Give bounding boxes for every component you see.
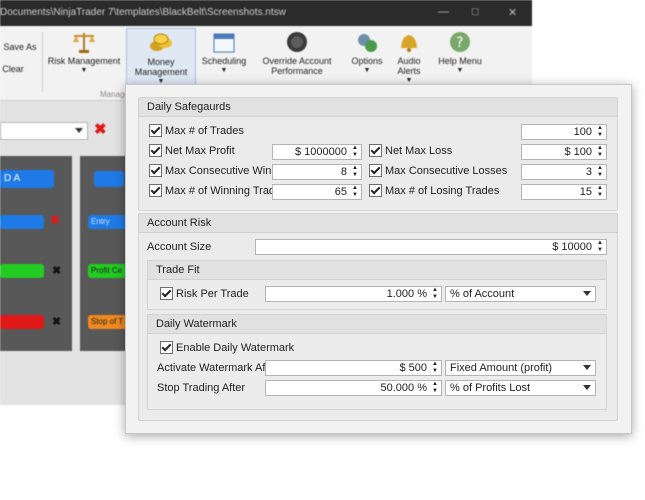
close-icon[interactable]: ✖ [52, 315, 61, 328]
daily-watermark-header: Daily Watermark [148, 315, 606, 334]
activate-watermark-label: Activate Watermark After [157, 362, 279, 374]
chevron-down-icon [583, 385, 591, 390]
risk-management-button[interactable]: Risk Management ▼ [46, 28, 122, 96]
close-icon[interactable]: ✕ [508, 6, 517, 19]
max-consecutive-wins-input[interactable]: 8 ▲ ▼ [272, 164, 362, 180]
ribbon-divider [42, 32, 43, 92]
chevron-down-icon [583, 291, 591, 296]
bg-green-bar[interactable] [0, 264, 44, 278]
chevron-down-icon [75, 128, 83, 133]
spin-arrows-icon[interactable]: ▲ ▼ [430, 361, 440, 375]
net-max-loss-input[interactable]: $ 100 ▲ ▼ [521, 144, 607, 160]
spin-arrows-icon[interactable]: ▲ ▼ [350, 145, 360, 159]
net-max-profit-checkbox[interactable]: Net Max Profit [149, 144, 235, 158]
spin-arrows-icon[interactable]: ▲ ▼ [430, 287, 440, 301]
help-icon: ? [450, 32, 470, 52]
net-max-profit-input[interactable]: $ 1000000 ▲ ▼ [272, 144, 362, 160]
max-losing-trades-checkbox[interactable]: Max # of Losing Trades [369, 184, 499, 198]
coins-icon [150, 33, 172, 51]
spin-arrows-icon[interactable]: ▲ ▼ [595, 165, 605, 179]
account-risk-header: Account Risk [139, 214, 617, 233]
trade-fit-header: Trade Fit [148, 261, 606, 280]
bg-profit-tag: Profit Ce [88, 264, 128, 278]
chevron-down-icon: ▼ [456, 67, 464, 74]
stop-trading-input[interactable]: 50.000 % ▲ ▼ [265, 380, 442, 396]
checkbox-checked-icon [369, 184, 382, 197]
gauge-icon [287, 32, 307, 52]
stop-trading-label: Stop Trading After [157, 382, 246, 394]
spin-arrows-icon[interactable]: ▲ ▼ [595, 125, 605, 139]
max-consecutive-wins-checkbox[interactable]: Max Consecutive Wins [149, 164, 277, 178]
daily-safeguards-header: Daily Safegaurds [139, 98, 617, 117]
chevron-down-icon [583, 365, 591, 370]
max-consecutive-losses-input[interactable]: 3 ▲ ▼ [521, 164, 607, 180]
scales-icon [73, 33, 95, 53]
bg-blue-pill[interactable]: D A [0, 170, 54, 188]
checkbox-checked-icon [160, 341, 173, 354]
bg-blue-bar[interactable] [0, 215, 44, 229]
money-management-dialog: Daily Safegaurds Max # of Trades 100 ▲ ▼ N… [125, 84, 632, 434]
daily-safeguards-group: Daily Safegaurds Max # of Trades 100 ▲ ▼ N… [138, 97, 618, 211]
delete-icon[interactable]: ✖ [50, 213, 60, 227]
bell-icon [401, 35, 417, 52]
spin-arrows-icon[interactable]: ▲ ▼ [350, 185, 360, 199]
risk-per-trade-checkbox[interactable]: Risk Per Trade [160, 287, 249, 301]
checkbox-checked-icon [369, 144, 382, 157]
chevron-down-icon: ▼ [80, 67, 88, 74]
checkbox-checked-icon [149, 144, 162, 157]
chevron-down-icon: ▼ [220, 67, 228, 74]
maximize-icon[interactable]: □ [472, 6, 479, 18]
chevron-down-icon: ▼ [363, 67, 371, 74]
daily-watermark-group: Daily Watermark Enable Daily Watermark A… [147, 314, 607, 410]
max-losing-trades-input[interactable]: 15 ▲ ▼ [521, 184, 607, 200]
close-icon[interactable]: ✖ [52, 264, 61, 277]
account-size-input[interactable]: $ 10000 ▲ ▼ [255, 239, 607, 255]
risk-mode-select[interactable]: % of Account [445, 286, 596, 302]
stop-mode-select[interactable]: % of Profits Lost [445, 380, 596, 396]
activate-mode-select[interactable]: Fixed Amount (profit) [445, 360, 596, 376]
spin-arrows-icon[interactable]: ▲ ▼ [595, 240, 605, 254]
bg-dropdown[interactable] [0, 122, 88, 140]
max-consecutive-losses-checkbox[interactable]: Max Consecutive Losses [369, 164, 507, 178]
title-bar: Documents\NinjaTrader 7\templates\BlackB… [0, 0, 532, 26]
spin-arrows-icon[interactable]: ▲ ▼ [595, 145, 605, 159]
max-trades-input[interactable]: 100 ▲ ▼ [521, 124, 607, 140]
enable-daily-watermark-checkbox[interactable]: Enable Daily Watermark [160, 341, 294, 355]
gears-icon [358, 34, 377, 52]
account-risk-group: Account Risk Account Size $ 10000 ▲ ▼ Trad… [138, 213, 618, 421]
delete-icon[interactable]: ✖ [94, 120, 107, 138]
checkbox-checked-icon [160, 287, 173, 300]
max-winning-trades-input[interactable]: 65 ▲ ▼ [272, 184, 362, 200]
net-max-loss-checkbox[interactable]: Net Max Loss [369, 144, 452, 158]
bg-red-bar[interactable] [0, 315, 44, 329]
spin-arrows-icon[interactable]: ▲ ▼ [430, 381, 440, 395]
minimize-icon[interactable]: — [438, 6, 449, 18]
bg-entry-tag: Entry [88, 215, 128, 229]
checkbox-checked-icon [149, 124, 162, 137]
checkbox-checked-icon [149, 184, 162, 197]
svg-text:?: ? [456, 35, 463, 51]
account-size-label: Account Size [147, 241, 212, 253]
checkbox-checked-icon [369, 164, 382, 177]
bg-blue-tag [94, 171, 124, 187]
spin-arrows-icon[interactable]: ▲ ▼ [595, 185, 605, 199]
spin-arrows-icon[interactable]: ▲ ▼ [350, 165, 360, 179]
calendar-icon [213, 33, 235, 53]
bg-stop-tag: Stop of T [88, 315, 128, 329]
max-trades-checkbox[interactable]: Max # of Trades [149, 124, 244, 138]
activate-watermark-input[interactable]: $ 500 ▲ ▼ [265, 360, 442, 376]
window-title: Documents\NinjaTrader 7\templates\BlackB… [0, 7, 286, 18]
risk-per-trade-input[interactable]: 1.000 % ▲ ▼ [265, 286, 442, 302]
max-winning-trades-checkbox[interactable]: Max # of Winning Trades [149, 184, 287, 198]
trade-fit-group: Trade Fit Risk Per Trade 1.000 % ▲ ▼ % of … [147, 260, 607, 310]
checkbox-checked-icon [149, 164, 162, 177]
